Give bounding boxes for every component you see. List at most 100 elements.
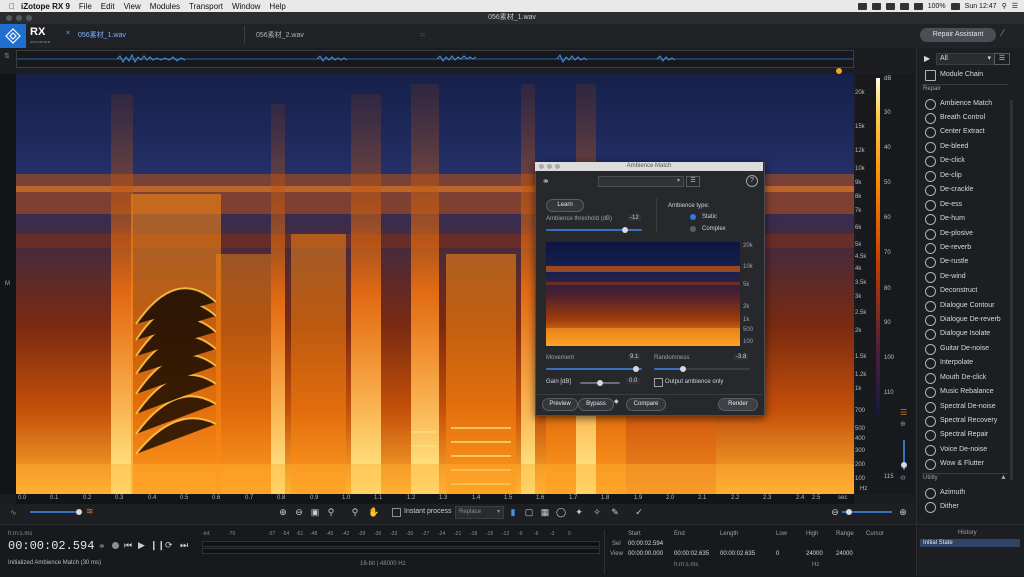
module-de-reverb[interactable]: De-reverb — [924, 241, 1020, 255]
search-icon[interactable]: ⚲ — [1002, 2, 1007, 10]
randomness-value[interactable]: -3.8 — [734, 354, 749, 360]
time-selection-tool-icon[interactable]: ▮ — [508, 507, 518, 517]
vertical-zoom-out-icon[interactable]: ⊖ — [900, 474, 910, 484]
module-deconstruct[interactable]: Deconstruct — [924, 284, 1020, 298]
instant-process-checkbox[interactable] — [392, 508, 401, 517]
module-de-crackle[interactable]: De-crackle — [924, 183, 1020, 197]
module-de-hum[interactable]: De-hum — [924, 212, 1020, 226]
time-format-label[interactable]: h:m:s.ms — [8, 531, 32, 537]
dialog-zoom-button[interactable] — [555, 164, 560, 169]
zoom-window-button[interactable] — [26, 15, 32, 21]
movement-slider[interactable] — [546, 368, 642, 370]
minimize-window-button[interactable] — [16, 15, 22, 21]
module-interpolate[interactable]: Interpolate — [924, 356, 1020, 370]
menu-window[interactable]: Window — [232, 2, 260, 11]
threshold-value[interactable]: -12 — [628, 215, 641, 221]
module-guitar-de-noise[interactable]: Guitar De-noise — [924, 342, 1020, 356]
overview-toggle-icon[interactable]: ⇅ — [4, 52, 10, 60]
preview-button[interactable]: Preview — [542, 398, 578, 411]
module-de-click[interactable]: De-click — [924, 154, 1020, 168]
view-length-value[interactable]: 00:00:02.635 — [720, 551, 755, 557]
static-radio[interactable] — [690, 214, 696, 220]
threshold-slider-knob[interactable] — [622, 227, 628, 233]
module-mouth-de-click[interactable]: Mouth De-click — [924, 371, 1020, 385]
loop-icon[interactable]: ⟳ — [165, 540, 173, 551]
dialog-minimize-button[interactable] — [547, 164, 552, 169]
colormap-icon[interactable]: ☰ — [900, 408, 910, 418]
skip-forward-icon[interactable]: ⏭ — [180, 540, 188, 551]
gain-slider-knob[interactable] — [597, 380, 603, 386]
module-music-rebalance[interactable]: Music Rebalance — [924, 385, 1020, 399]
settings-icon[interactable]: ∕ — [1002, 28, 1018, 42]
bypass-button[interactable]: Bypass — [578, 398, 614, 411]
history-item[interactable]: Initial State — [920, 539, 1020, 547]
zoom-out-icon[interactable]: ⊖ — [294, 507, 304, 517]
movement-slider-knob[interactable] — [633, 366, 639, 372]
module-menu-icon[interactable]: ☰ — [994, 53, 1010, 65]
tab-file-1[interactable]: 056素材_1.wav — [78, 30, 126, 40]
module-chain-item[interactable]: Module Chain — [924, 68, 1020, 82]
complex-radio[interactable] — [690, 226, 696, 232]
module-spectral-de-noise[interactable]: Spectral De-noise — [924, 400, 1020, 414]
battery-icon[interactable] — [950, 2, 960, 10]
collapse-utility-icon[interactable]: ▲ — [1000, 474, 1007, 481]
module-spectral-recovery[interactable]: Spectral Recovery — [924, 414, 1020, 428]
spectrogram-view-icon[interactable]: ≋ — [86, 506, 94, 517]
module-breath-control[interactable]: Breath Control — [924, 111, 1020, 125]
tab-file-2[interactable]: 056素材_2.wav — [256, 30, 304, 40]
dialog-close-button[interactable] — [539, 164, 544, 169]
menu-app-name[interactable]: iZotope RX 9 — [21, 2, 70, 11]
module-de-ess[interactable]: De-ess — [924, 198, 1020, 212]
menu-edit[interactable]: Edit — [101, 2, 115, 11]
view-end-value[interactable]: 00:00:02.635 — [674, 551, 709, 557]
horizontal-zoom-out-icon[interactable]: ⊖ — [830, 507, 840, 517]
menu-transport[interactable]: Transport — [189, 2, 223, 11]
draw-tool-icon[interactable]: ✓ — [634, 507, 644, 517]
clock[interactable]: Sun 12:47 — [965, 3, 997, 10]
waveform-view-icon[interactable]: ∿ — [10, 508, 17, 517]
hand-tool-icon[interactable]: ✋ — [368, 507, 379, 517]
module-dialogue-de-reverb[interactable]: Dialogue De-reverb — [924, 313, 1020, 327]
zoom-fit-icon[interactable]: ⚲ — [326, 507, 336, 517]
gain-value[interactable]: 0.0 — [626, 378, 641, 384]
pause-icon[interactable]: ❙❙ — [150, 540, 165, 551]
module-de-plosive[interactable]: De-plosive — [924, 227, 1020, 241]
time-frequency-selection-icon[interactable]: ▦ — [540, 507, 550, 517]
module-de-rustle[interactable]: De-rustle — [924, 255, 1020, 269]
status-icon[interactable] — [857, 2, 867, 10]
module-center-extract[interactable]: Center Extract — [924, 125, 1020, 139]
sel-start-value[interactable]: 00:00:02.594 — [628, 541, 663, 547]
status-icon[interactable] — [871, 2, 881, 10]
horizontal-zoom-in-icon[interactable]: ⊕ — [898, 507, 908, 517]
help-icon[interactable]: ? — [746, 175, 758, 187]
opacity-slider-knob[interactable] — [76, 509, 82, 515]
module-dialogue-contour[interactable]: Dialogue Contour — [924, 299, 1020, 313]
compare-button[interactable]: Compare — [626, 398, 666, 411]
status-icon[interactable] — [899, 2, 909, 10]
repair-assistant-button[interactable]: Repair Assistant — [920, 28, 996, 42]
tab-close-icon[interactable]: × — [66, 30, 70, 37]
bypass-options-icon[interactable]: ◆ — [614, 398, 619, 405]
horizontal-zoom-knob[interactable] — [846, 509, 852, 515]
module-ambience-match[interactable]: Ambience Match — [924, 97, 1020, 111]
skip-back-icon[interactable]: ⏮ — [124, 540, 132, 551]
harmonic-selection-icon[interactable]: ✧ — [592, 507, 602, 517]
preset-menu-icon[interactable]: ☰ — [686, 176, 700, 187]
module-dialogue-isolate[interactable]: Dialogue Isolate — [924, 327, 1020, 341]
time-ruler[interactable] — [16, 494, 854, 504]
render-button[interactable]: Render — [718, 398, 758, 411]
apple-icon[interactable]:  — [9, 2, 15, 11]
status-icon[interactable] — [885, 2, 895, 10]
play-module-icon[interactable]: ▶ — [924, 54, 930, 63]
movement-value[interactable]: 9.1 — [628, 354, 641, 360]
view-start-value[interactable]: 00:00:00.000 — [628, 551, 663, 557]
view-high-value[interactable]: 24000 — [806, 551, 823, 557]
wifi-icon[interactable] — [913, 2, 923, 10]
module-wow-flutter[interactable]: Wow & Flutter — [924, 457, 1020, 471]
play-icon[interactable]: ▶ — [138, 540, 145, 551]
module-spectral-repair[interactable]: Spectral Repair — [924, 428, 1020, 442]
zoom-in-icon[interactable]: ⊕ — [278, 507, 288, 517]
headphones-icon[interactable]: ⚭ — [98, 541, 106, 552]
waveform-overview[interactable] — [16, 50, 854, 68]
module-azimuth[interactable]: Azimuth — [924, 486, 1020, 500]
